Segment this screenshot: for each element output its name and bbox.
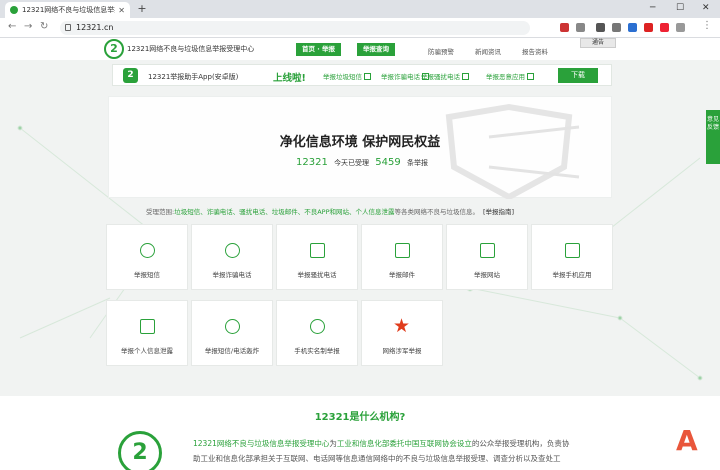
app-icon: 2 [123,68,138,83]
card-report-harass-call[interactable]: 举报骚扰电话 [276,224,358,290]
user-phone-icon [310,319,325,334]
profile-icon[interactable] [596,23,605,32]
check-malicious-app: 举报恶意应用 [486,71,534,81]
corner-logo-icon: A [676,424,698,457]
bomb-icon [225,319,240,334]
card-report-bombing[interactable]: 举报短信/电话轰炸 [191,300,273,366]
about-text: 12321网络不良与垃圾信息举报受理中心为工业和信息化部委托中国互联网协会设立的… [193,436,613,466]
url-text: 12321.cn [76,23,114,32]
hero-title: 净化信息环境 保护网民权益 [279,135,441,150]
new-tab-button[interactable]: + [136,3,148,15]
extension-red-icon[interactable] [644,23,653,32]
close-tab-icon[interactable]: ✕ [118,6,125,15]
nav-report-query[interactable]: 举报查询 [357,43,395,56]
address-bar-row: ← → ↻ 12321.cn ⋮ [0,18,720,38]
card-report-military[interactable]: ★ 网络涉军举报 [361,300,443,366]
app-icon [565,243,580,258]
scam-call-icon [225,243,240,258]
back-icon[interactable]: ← [8,21,16,32]
notice-badge[interactable]: 通告 [580,38,616,48]
card-label: 举报邮件 [389,271,415,279]
forward-icon[interactable]: → [24,21,32,32]
card-report-sms[interactable]: 举报短信 [106,224,188,290]
card-label: 举报诈骗电话 [212,271,252,279]
nav-fraud-alert[interactable]: 防骗预警 [428,46,454,56]
lock-icon [65,24,71,31]
card-report-scam-call[interactable]: 举报诈骗电话 [191,224,273,290]
download-button[interactable]: 下载 [558,68,598,83]
card-report-realname[interactable]: 手机实名制举报 [276,300,358,366]
nav-home-report[interactable]: 首页 · 举报 [296,43,341,56]
about-heading: 12321是什么机构? [314,412,406,423]
maximize-icon[interactable]: ☐ [676,3,684,13]
nav-news[interactable]: 新闻资讯 [475,46,501,56]
card-report-app[interactable]: 举报手机应用 [531,224,613,290]
about-org-link[interactable]: 工业和信息化部委托中国互联网协会设立 [337,439,472,448]
site-title: 12321网络不良与垃圾信息举报受理中心 [127,45,255,53]
card-report-info-leak[interactable]: 举报个人信息泄露 [106,300,188,366]
total-label: 条举报 [406,159,428,167]
about-logo: 2 [118,431,162,470]
id-card-icon [140,319,155,334]
translate-icon[interactable] [560,23,569,32]
extension-icon[interactable] [612,23,621,32]
bookmark-star-icon[interactable] [576,23,585,32]
phone-icon [310,243,325,258]
url-field[interactable]: 12321.cn [60,21,530,35]
check-harass-call: 举报骚扰电话 [421,71,469,81]
today-count: 12321 [296,157,328,168]
card-report-mail[interactable]: 举报邮件 [361,224,443,290]
card-label: 举报个人信息泄露 [121,347,173,355]
page: 2 12321网络不良与垃圾信息举报受理中心 首页 · 举报 举报查询 防骗预警… [0,38,720,470]
report-guide-link[interactable]: [举报指南] [483,208,514,216]
reload-icon[interactable]: ↻ [40,21,48,32]
nav-reports[interactable]: 报告资料 [522,46,548,56]
hero-panel: 净化信息环境 保护网民权益 12321 今天已受理 5459 条举报 [108,96,612,199]
total-count: 5459 [375,157,401,168]
about-text-part: 助工业和信息化部承担关于互联网、电话网等信息通信网络中的不良与垃圾信息举报受理、… [193,454,561,463]
card-label: 手机实名制举报 [294,347,340,355]
check-spam-sms: 举报垃圾短信 [323,71,371,81]
card-label: 举报手机应用 [552,271,592,279]
app-promo-text: 12321举报助手App(安卓版) [148,73,239,81]
browser-tab[interactable]: 12321网络不良与垃圾信息举报受理中心 ✕ [5,2,130,18]
today-label: 今天已受理 [334,159,370,167]
card-label: 举报骚扰电话 [297,271,337,279]
menu-icon[interactable]: ⋮ [702,20,712,31]
app-promo-bar: 2 12321举报助手App(安卓版) 上线啦! 举报垃圾短信 举报诈骗电话 举… [112,64,612,86]
tab-strip: 12321网络不良与垃圾信息举报受理中心 ✕ + ─ ☐ ✕ [0,0,720,18]
minimize-icon[interactable]: ─ [650,3,655,13]
card-label: 举报网站 [474,271,500,279]
feedback-side-tab[interactable]: 意见反馈 [706,110,720,164]
mail-icon [395,243,410,258]
extension-blue-icon[interactable] [628,23,637,32]
about-text-part: 的公众举报受理机构，负责协 [471,439,570,448]
card-label: 举报短信/电话轰炸 [204,347,260,355]
card-label: 举报短信 [134,271,160,279]
about-section: 12321是什么机构? 2 12321网络不良与垃圾信息举报受理中心为工业和信息… [0,396,720,470]
about-text-part: 为 [329,439,337,448]
hero-stats: 12321 今天已受理 5459 条举报 [109,157,611,168]
site-logo[interactable]: 2 [104,39,124,59]
scope-label: 受理范围: [146,208,175,216]
scope-tail: 等各类网络不良与垃圾信息。 [394,208,480,216]
card-report-website[interactable]: 举报网站 [446,224,528,290]
extension-mail-icon[interactable] [660,23,669,32]
about-org-name: 12321网络不良与垃圾信息举报受理中心 [193,439,330,448]
website-icon [480,243,495,258]
close-window-icon[interactable]: ✕ [702,3,710,13]
app-launch-highlight: 上线啦! [273,73,306,84]
star-icon: ★ [393,315,411,337]
scope-items: 垃圾短信、诈骗电话、骚扰电话、垃圾邮件、不良APP和网站、个人信息泄露 [174,208,395,216]
card-label: 网络涉军举报 [382,347,422,355]
scope-line: 受理范围:垃圾短信、诈骗电话、骚扰电话、垃圾邮件、不良APP和网站、个人信息泄露… [146,206,514,216]
favicon-icon [10,6,18,14]
cloud-icon[interactable] [676,23,685,32]
message-icon [140,243,155,258]
tab-title: 12321网络不良与垃圾信息举报受理中心 [22,6,115,14]
